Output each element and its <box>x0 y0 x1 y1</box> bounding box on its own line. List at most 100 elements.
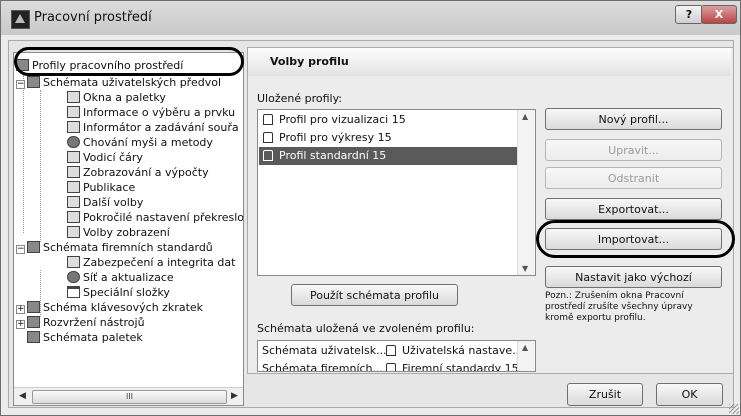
profile-label: Profil pro vizualizaci 15 <box>279 113 406 126</box>
scroll-right-icon[interactable]: ▶ <box>226 388 243 405</box>
tree-item-view-options[interactable]: Volby zobrazení <box>67 225 170 240</box>
title-bar: Pracovní prostředí ? X <box>1 1 740 35</box>
help-button[interactable]: ? <box>675 5 703 24</box>
delete-profile-button[interactable]: Odstranit <box>545 167 722 189</box>
guide-lines-icon <box>67 151 80 163</box>
tree-item-palettes[interactable]: Schémata paletek <box>27 330 143 345</box>
collapse-icon[interactable]: − <box>16 245 25 254</box>
highlight-oval-import <box>536 220 735 258</box>
tree-guide-line <box>40 90 41 242</box>
scroll-up-icon[interactable]: ▲ <box>522 343 528 352</box>
folder-icon <box>67 286 80 298</box>
tree-item-label: Rozvržení nástrojů <box>43 316 145 329</box>
mouse-icon <box>67 136 80 148</box>
tree-item-guide-lines[interactable]: Vodicí čáry <box>67 150 143 165</box>
cancel-button[interactable]: Zrušit <box>567 383 643 406</box>
table-row[interactable]: Schémata uživatelsk... Uživatelská nastav… <box>259 342 523 360</box>
tree-item-network[interactable]: Síť a aktualizace <box>67 270 174 285</box>
tree-item-label: Schémata uživatelských předvol <box>43 76 222 89</box>
saved-profiles-list[interactable]: Profil pro vizualizaci 15 Profil pro výk… <box>257 109 536 276</box>
palette-icon <box>27 331 40 343</box>
tree-item-label: Speciální složky <box>83 286 170 299</box>
list-item[interactable]: Profil pro výkresy 15 <box>259 129 517 147</box>
scheme-value: Firemní standardy 15 <box>402 362 519 372</box>
table-row[interactable]: Schémata firemních... Firemní standardy 1… <box>259 360 519 372</box>
tree-item-security[interactable]: Zabezpečení a integrita dat <box>67 255 235 270</box>
tree-item-publish[interactable]: Publikace <box>67 180 135 195</box>
tree-item-special-folders[interactable]: Speciální složky <box>67 285 170 300</box>
tree-item-label: Schémata firemních standardů <box>43 241 213 254</box>
schemes-in-profile-label: Schémata uložená ve zvoleném profilu: <box>257 322 475 335</box>
scheme-name: Schémata uživatelsk... <box>262 344 387 357</box>
view-options-icon <box>67 226 80 238</box>
tree-item-advanced[interactable]: Pokročilé nastavení překreslo <box>67 210 243 225</box>
tree-guide-line <box>23 75 24 233</box>
close-button[interactable]: X <box>701 5 737 24</box>
shortcuts-icon <box>27 301 40 313</box>
lock-icon <box>386 345 396 356</box>
collapse-icon[interactable]: − <box>16 80 25 89</box>
scroll-up-icon[interactable]: ▲ <box>522 112 528 121</box>
saved-profiles-label: Uložené profily: <box>257 92 343 105</box>
tree-item-label: Informátor a zadávání souřa <box>83 121 239 134</box>
tree-item-selection-info[interactable]: Informace o výběru a prvku <box>67 105 235 120</box>
list-item-selected[interactable]: Profil standardní 15 <box>259 147 517 165</box>
tree-item-label: Publikace <box>83 181 136 194</box>
tree-item-label: Volby zobrazení <box>83 226 170 239</box>
resize-grip-icon[interactable] <box>729 404 739 414</box>
scheme-name: Schémata firemních... <box>262 362 384 372</box>
scheme-value: Uživatelská nastave... <box>402 344 523 357</box>
list-item[interactable]: Profil pro vizualizaci 15 <box>259 111 517 129</box>
profile-label: Profil pro výkresy 15 <box>279 131 392 144</box>
tree-item-company-schemes[interactable]: − Schémata firemních standardů <box>16 240 213 255</box>
profiles-scrollbar[interactable]: ▲ ▼ <box>517 110 535 275</box>
expand-icon[interactable]: + <box>16 320 25 329</box>
display-icon <box>67 166 80 178</box>
set-default-button[interactable]: Nastavit jako výchozí <box>545 266 722 288</box>
edit-profile-button[interactable]: Upravit... <box>545 139 722 161</box>
window-icon <box>67 91 80 103</box>
tree-item-label: Schémata paletek <box>43 331 143 344</box>
export-button[interactable]: Exportovat... <box>545 198 722 220</box>
security-icon <box>67 256 80 268</box>
note-text: Pozn.: Zrušením okna Pracovní prostředí … <box>545 291 693 323</box>
settings-tree[interactable]: Profily pracovního prostředí − Schémata u… <box>13 52 244 406</box>
user-schemes-icon <box>27 76 40 88</box>
publish-icon <box>67 181 80 193</box>
tree-horizontal-scrollbar[interactable]: ◀ III ▶ <box>14 387 243 405</box>
tree-item-label: Vodicí čáry <box>83 151 143 164</box>
expand-icon[interactable]: + <box>16 305 25 314</box>
tree-body: Profily pracovního prostředí − Schémata u… <box>14 53 243 386</box>
tree-item-label: Další volby <box>83 196 144 209</box>
schemes-list[interactable]: Schémata uživatelsk... Uživatelská nastav… <box>257 340 536 372</box>
apply-profile-schemes-button[interactable]: Použít schémata profilu <box>291 284 458 306</box>
tree-item-user-schemes[interactable]: − Schémata uživatelských předvol <box>16 75 221 90</box>
schemes-scrollbar[interactable]: ▲ <box>517 341 535 371</box>
ok-button[interactable]: OK <box>656 383 723 406</box>
tree-item-tools[interactable]: + Rozvržení nástrojů <box>16 315 145 330</box>
tree-item-label: Zobrazování a výpočty <box>83 166 209 179</box>
info-icon <box>67 106 80 118</box>
tracker-icon <box>67 121 80 133</box>
window-title: Pracovní prostředí <box>34 10 152 25</box>
lock-icon <box>263 132 273 143</box>
tree-item-mouse[interactable]: Chování myši a metody <box>67 135 213 150</box>
scroll-thumb[interactable]: III <box>32 390 227 404</box>
lock-icon <box>386 363 396 371</box>
tools-icon <box>27 316 40 328</box>
tree-item-windows[interactable]: Okna a paletky <box>67 90 166 105</box>
tree-item-label: Síť a aktualizace <box>83 271 174 284</box>
scroll-down-icon[interactable]: ▼ <box>522 264 528 273</box>
scroll-left-icon[interactable]: ◀ <box>14 388 31 405</box>
tree-item-tracker[interactable]: Informátor a zadávání souřa <box>67 120 239 135</box>
tree-item-label: Okna a paletky <box>83 91 166 104</box>
profile-icon <box>263 150 273 161</box>
tree-item-shortcuts[interactable]: + Schéma klávesových zkratek <box>16 300 203 315</box>
tree-item-label: Pokročilé nastavení překreslo <box>83 211 243 224</box>
tree-item-label: Chování myši a metody <box>83 136 213 149</box>
tree-item-display[interactable]: Zobrazování a výpočty <box>67 165 209 180</box>
tree-item-label: Informace o výběru a prvku <box>83 106 236 119</box>
new-profile-button[interactable]: Nový profil... <box>545 108 722 130</box>
company-schemes-icon <box>27 241 40 253</box>
tree-item-more-options[interactable]: Další volby <box>67 195 143 210</box>
